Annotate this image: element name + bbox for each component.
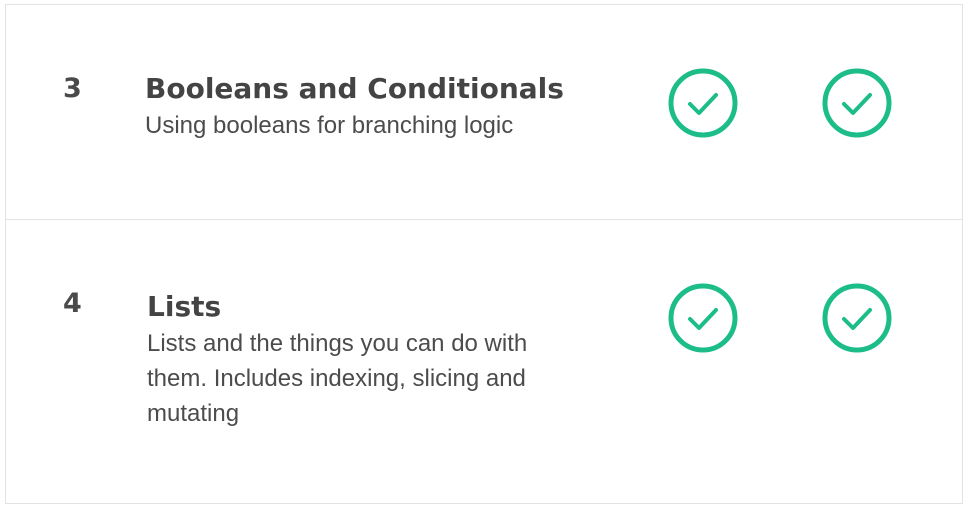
lesson-table: 3 Booleans and Conditionals Using boolea… — [5, 4, 963, 504]
lesson-row[interactable]: 3 Booleans and Conditionals Using boolea… — [6, 5, 962, 220]
lesson-number: 3 — [63, 73, 83, 104]
lesson-description: Lists and the things you can do with the… — [147, 330, 528, 427]
check-circle-icon — [668, 68, 738, 138]
lesson-row[interactable]: 4 Lists Lists and the things you can do … — [6, 220, 962, 504]
check-circle-icon — [822, 68, 892, 138]
check-circle-icon — [822, 283, 892, 353]
lesson-title[interactable]: Lists — [147, 288, 587, 326]
lesson-info: Booleans and Conditionals Using booleans… — [145, 70, 585, 143]
lesson-info: Lists Lists and the things you can do wi… — [147, 288, 587, 431]
lesson-description: Using booleans for branching logic — [145, 112, 514, 139]
lesson-title[interactable]: Booleans and Conditionals — [145, 70, 585, 108]
check-circle-icon — [668, 283, 738, 353]
lesson-number: 4 — [63, 288, 83, 319]
